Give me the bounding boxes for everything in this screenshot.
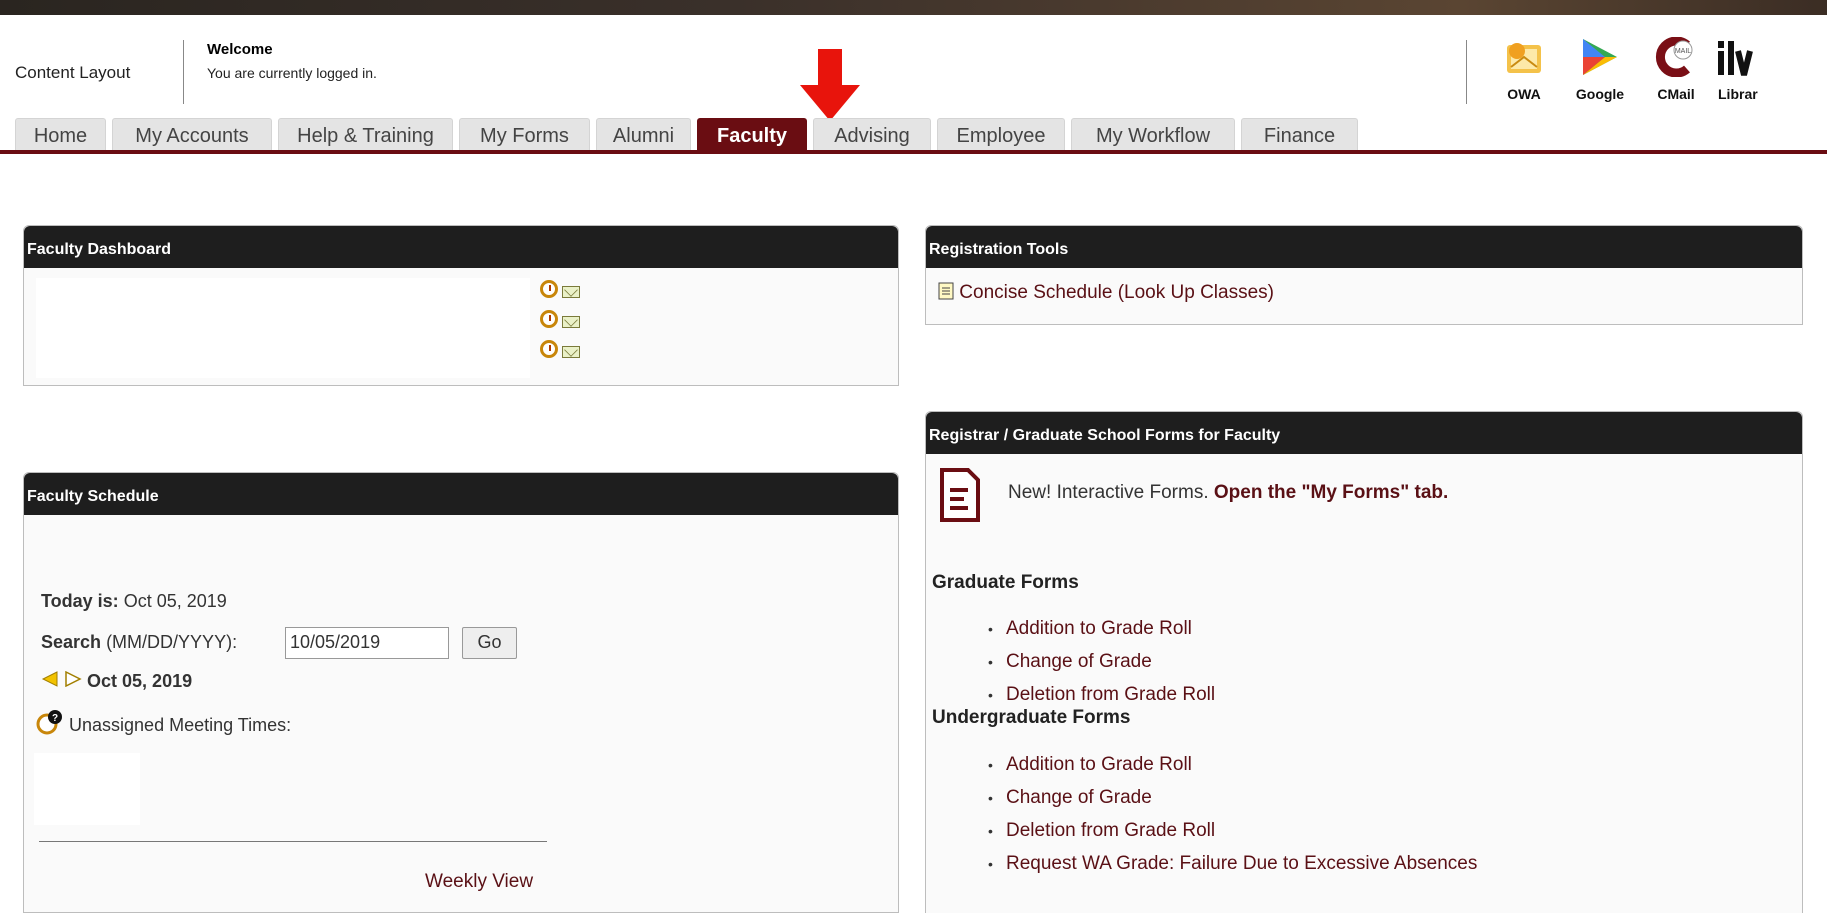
today-line: Today is: Oct 05, 2019 bbox=[41, 591, 227, 612]
tab-my-forms[interactable]: My Forms bbox=[459, 118, 590, 150]
logged-in-text: You are currently logged in. bbox=[207, 65, 377, 81]
unassigned-line: ? Unassigned Meeting Times: bbox=[36, 709, 291, 736]
registrar-forms-panel: Registrar / Graduate School Forms for Fa… bbox=[925, 411, 1803, 913]
header-divider bbox=[183, 40, 184, 104]
dashboard-row-actions bbox=[540, 340, 600, 370]
mail-icon[interactable] bbox=[562, 316, 581, 328]
quicklink-library[interactable]: Librar bbox=[1718, 37, 1778, 102]
list-item[interactable]: Deletion from Grade Roll bbox=[988, 820, 1477, 853]
owa-icon bbox=[1507, 43, 1541, 73]
quicklinks-divider bbox=[1466, 40, 1467, 104]
quicklink-google[interactable]: Google bbox=[1560, 37, 1640, 102]
mail-icon[interactable] bbox=[562, 346, 581, 358]
welcome-text: Welcome bbox=[207, 41, 273, 58]
unassigned-redacted-area bbox=[34, 753, 140, 825]
quicklink-owa-label: OWA bbox=[1507, 86, 1541, 102]
tab-help-training[interactable]: Help & Training bbox=[278, 118, 453, 150]
tab-faculty[interactable]: Faculty bbox=[697, 118, 807, 150]
next-arrow-icon[interactable] bbox=[64, 670, 82, 688]
my-forms-tab-link[interactable]: Open the "My Forms" tab. bbox=[1214, 482, 1448, 503]
unassigned-label: Unassigned Meeting Times: bbox=[69, 715, 292, 735]
go-button[interactable]: Go bbox=[462, 627, 517, 659]
undergraduate-forms-heading: Undergraduate Forms bbox=[932, 707, 1131, 728]
search-format-hint: (MM/DD/YYYY): bbox=[106, 632, 238, 652]
registrar-forms-title: Registrar / Graduate School Forms for Fa… bbox=[926, 412, 1802, 454]
faculty-dashboard-title: Faculty Dashboard bbox=[24, 226, 898, 268]
weekly-view-link[interactable]: Weekly View bbox=[425, 871, 533, 893]
list-item[interactable]: Change of Grade bbox=[988, 651, 1215, 684]
today-label: Today is: bbox=[41, 591, 119, 611]
content-layout-link[interactable]: Content Layout bbox=[15, 63, 130, 83]
search-label: Search bbox=[41, 632, 102, 652]
quicklink-google-label: Google bbox=[1575, 86, 1625, 102]
tab-alumni[interactable]: Alumni bbox=[596, 118, 691, 150]
mail-icon[interactable] bbox=[562, 286, 581, 298]
dashboard-redacted-area bbox=[36, 278, 530, 378]
clock-icon[interactable] bbox=[540, 310, 558, 328]
graduate-forms-heading: Graduate Forms bbox=[932, 572, 1079, 593]
tab-my-workflow[interactable]: My Workflow bbox=[1071, 118, 1235, 150]
undergraduate-forms-list: Addition to Grade Roll Change of Grade D… bbox=[988, 754, 1477, 886]
faculty-dashboard-panel: Faculty Dashboard bbox=[23, 225, 899, 386]
list-item[interactable]: Addition to Grade Roll bbox=[988, 754, 1477, 787]
quicklink-library-label: Librar bbox=[1718, 86, 1758, 102]
top-banner bbox=[0, 0, 1827, 15]
svg-text:MAIL: MAIL bbox=[1675, 48, 1691, 55]
header: Content Layout Welcome You are currently… bbox=[0, 15, 1827, 125]
tab-my-accounts[interactable]: My Accounts bbox=[112, 118, 272, 150]
dashboard-row-actions bbox=[540, 280, 600, 310]
forms-notice-text: New! Interactive Forms. bbox=[1008, 482, 1209, 503]
graduate-forms-list: Addition to Grade Roll Change of Grade D… bbox=[988, 618, 1215, 717]
tab-advising[interactable]: Advising bbox=[813, 118, 931, 150]
date-search-input[interactable]: 10/05/2019 bbox=[285, 627, 449, 659]
prev-arrow-icon[interactable] bbox=[41, 671, 59, 687]
svg-text:?: ? bbox=[52, 713, 58, 724]
list-item[interactable]: Change of Grade bbox=[988, 787, 1477, 820]
dashboard-row-actions bbox=[540, 310, 600, 340]
clock-icon[interactable] bbox=[540, 280, 558, 298]
library-icon bbox=[1718, 41, 1753, 76]
red-arrow-annotation bbox=[800, 49, 860, 121]
quicklink-cmail[interactable]: MAIL CMail bbox=[1636, 36, 1716, 102]
tab-underline bbox=[0, 150, 1827, 154]
search-line: Search (MM/DD/YYYY): bbox=[41, 632, 237, 653]
clock-question-icon: ? bbox=[36, 710, 62, 735]
today-value: Oct 05, 2019 bbox=[123, 591, 227, 611]
tab-home[interactable]: Home bbox=[15, 118, 106, 150]
current-date: Oct 05, 2019 bbox=[87, 671, 193, 691]
concise-schedule-row: Concise Schedule (Look Up Classes) bbox=[938, 282, 1274, 304]
faculty-schedule-title: Faculty Schedule bbox=[24, 473, 898, 515]
forms-notice: New! Interactive Forms. Open the "My For… bbox=[1008, 482, 1448, 504]
quicklink-owa[interactable]: OWA bbox=[1484, 37, 1564, 102]
schedule-divider bbox=[39, 841, 547, 842]
list-item[interactable]: Addition to Grade Roll bbox=[988, 618, 1215, 651]
cmail-icon: MAIL bbox=[1655, 36, 1693, 78]
list-item[interactable]: Request WA Grade: Failure Due to Excessi… bbox=[988, 853, 1477, 886]
google-icon bbox=[1583, 39, 1617, 75]
tab-employee[interactable]: Employee bbox=[937, 118, 1065, 150]
dashboard-actions bbox=[540, 280, 600, 370]
tab-finance[interactable]: Finance bbox=[1241, 118, 1358, 150]
date-nav: Oct 05, 2019 bbox=[41, 670, 193, 692]
concise-schedule-link[interactable]: Concise Schedule (Look Up Classes) bbox=[959, 282, 1274, 303]
quicklink-cmail-label: CMail bbox=[1657, 86, 1695, 102]
clock-icon[interactable] bbox=[540, 340, 558, 358]
form-document-icon bbox=[940, 468, 980, 522]
registration-tools-panel: Registration Tools Concise Schedule (Loo… bbox=[925, 225, 1803, 325]
document-icon bbox=[938, 282, 954, 300]
registration-tools-title: Registration Tools bbox=[926, 226, 1802, 268]
faculty-schedule-panel: Faculty Schedule Today is: Oct 05, 2019 … bbox=[23, 472, 899, 913]
